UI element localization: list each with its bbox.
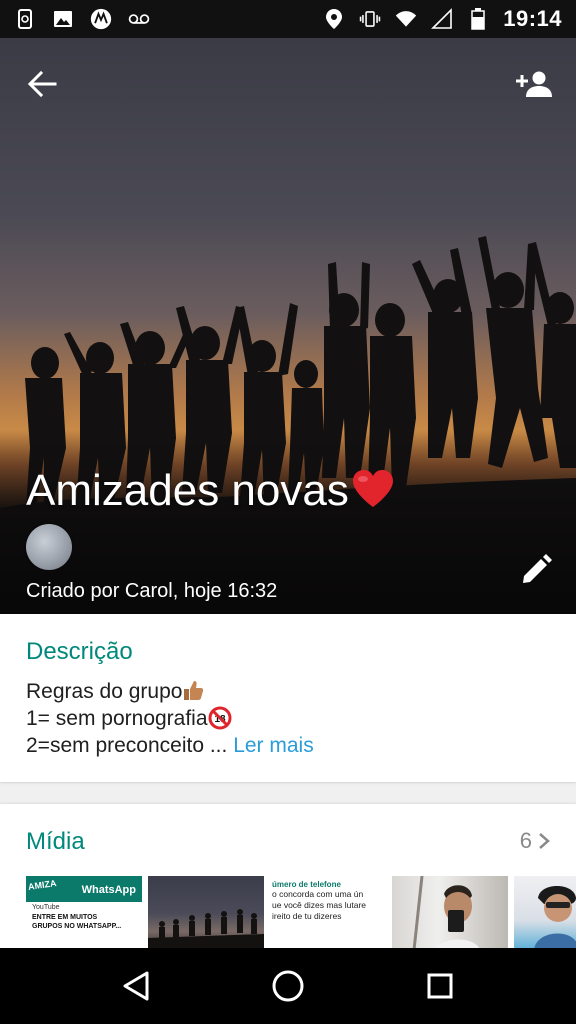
vibrate-icon	[359, 8, 381, 30]
signal-icon	[431, 8, 453, 30]
media-count: 6	[519, 828, 532, 853]
group-name: Amizades novas	[26, 466, 349, 515]
thumbnail-silhouettes	[148, 909, 264, 950]
wifi-icon	[395, 8, 417, 30]
thumbnail-text: GRUPOS NO WHATSAPP...	[32, 923, 122, 930]
thumbnail-person	[534, 886, 576, 950]
group-header-image: Amizades novas Criado por Carol, hoje 16…	[0, 38, 576, 614]
thumbs-up-emoji-icon	[182, 679, 204, 701]
thumbnail-brand-text: WhatsApp	[81, 884, 136, 896]
media-heading: Mídia	[26, 828, 85, 855]
image-icon	[52, 8, 74, 30]
back-triangle-icon	[123, 971, 149, 1001]
description-line: 2=sem preconceito ... Ler mais	[26, 732, 314, 759]
edit-pencil-icon	[523, 554, 552, 583]
description-line: 1= sem pornografia18	[26, 705, 314, 732]
status-bar-system: 19:14	[323, 6, 562, 32]
description-line: Regras do grupo	[26, 678, 314, 705]
description-line-text: Regras do grupo	[26, 680, 183, 703]
media-thumbnails: AMIZA WhatsApp YouTube ENTRE EM MUITOS G…	[26, 876, 576, 950]
motorola-icon	[90, 8, 112, 30]
media-count-button[interactable]: 6	[520, 828, 550, 854]
thumbnail-text: ue você dizes mas lutare	[272, 900, 367, 910]
description-line-text: 2=sem preconceito ...	[26, 734, 228, 757]
status-bar-notifications	[14, 8, 150, 30]
home-circle-icon	[272, 970, 304, 1002]
moon-emoji-icon	[26, 524, 72, 570]
thumbnail-banner-text: AMIZA	[27, 878, 58, 892]
thumbnail-text: o concorda com uma ún	[272, 889, 364, 899]
nav-home-button[interactable]	[258, 956, 318, 1016]
description-heading: Descrição	[26, 638, 133, 665]
media-thumbnail[interactable]	[514, 876, 576, 950]
voicemail-icon	[128, 8, 150, 30]
system-navigation-bar	[0, 948, 576, 1024]
media-card: Mídia 6 AMIZA WhatsApp YouTube ENTRE EM …	[0, 804, 576, 950]
status-time: 19:14	[503, 6, 562, 31]
nav-recents-button[interactable]	[410, 956, 470, 1016]
back-button[interactable]	[22, 64, 62, 104]
thumbnail-header: úmero de telefone	[272, 880, 341, 889]
media-thumbnail[interactable]	[148, 876, 264, 950]
thumbnail-selfie	[412, 876, 480, 950]
status-bar: 19:14	[0, 0, 576, 38]
edit-group-button[interactable]	[516, 550, 556, 590]
chevron-right-icon	[539, 833, 550, 849]
add-person-icon	[516, 71, 552, 97]
add-participant-button[interactable]	[512, 64, 556, 104]
group-title: Amizades novas	[26, 466, 395, 516]
media-thumbnail[interactable]: AMIZA WhatsApp YouTube ENTRE EM MUITOS G…	[26, 876, 142, 950]
description-text: Regras do grupo 1= sem pornografia18 2=s…	[26, 678, 314, 759]
thumbnail-text: ireito de tu dizeres	[272, 911, 342, 921]
read-more-link[interactable]: Ler mais	[233, 734, 314, 757]
thumbnail-source: YouTube	[32, 904, 60, 911]
heart-emoji-icon	[351, 469, 395, 509]
back-arrow-icon	[27, 70, 57, 98]
phone-sync-icon	[14, 8, 36, 30]
recents-square-icon	[427, 973, 453, 999]
description-card: Descrição Regras do grupo 1= sem pornogr…	[0, 614, 576, 782]
thumbnail-banner: AMIZA WhatsApp	[26, 876, 142, 902]
media-thumbnail[interactable]	[392, 876, 508, 950]
created-by-text: Criado por Carol, hoje 16:32	[26, 580, 278, 602]
description-line-text: 1= sem pornografia	[26, 707, 208, 730]
no-under-18-emoji-icon: 18	[208, 706, 232, 730]
media-thumbnail[interactable]: úmero de telefone o concorda com uma ún …	[270, 876, 386, 950]
thumbnail-text: ENTRE EM MUITOS	[32, 914, 98, 921]
nav-back-button[interactable]	[106, 956, 166, 1016]
battery-icon	[467, 8, 489, 30]
location-icon	[323, 8, 345, 30]
